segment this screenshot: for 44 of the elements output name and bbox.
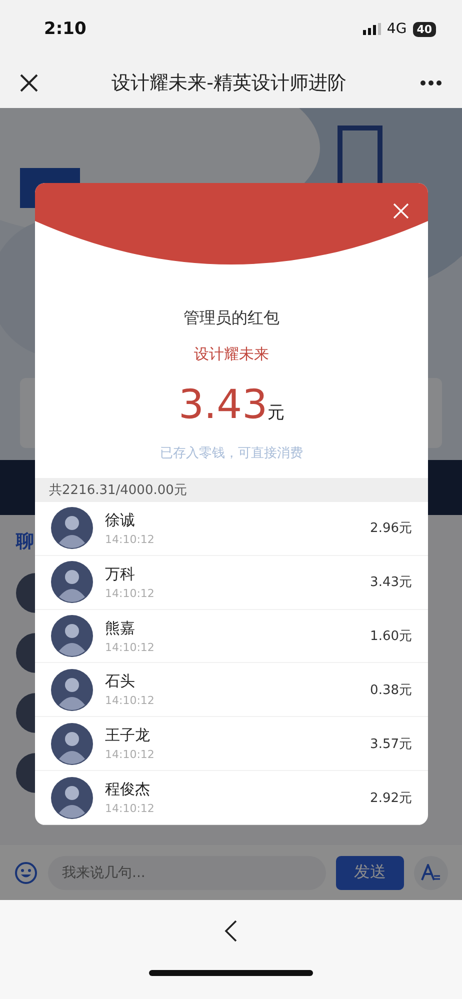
send-button[interactable]: 发送 [336, 856, 404, 890]
total-summary: 共2216.31/4000.00元 [35, 478, 428, 502]
recipient-name: 熊嘉 [105, 618, 136, 638]
claimed-amount: 2.96元 [370, 520, 412, 538]
claimed-amount: 0.38元 [370, 682, 412, 699]
claim-time: 14:10:12 [105, 694, 156, 708]
close-icon[interactable] [20, 74, 38, 92]
greeting-text: 设计耀未来 [194, 345, 269, 364]
avatar-icon [51, 561, 93, 604]
font-icon [421, 864, 441, 882]
claim-time: 14:10:12 [105, 532, 156, 546]
deposit-note: 已存入零钱，可直接消费 [160, 445, 303, 462]
claimed-amount: 3.43元 [370, 574, 412, 592]
back-icon[interactable] [224, 920, 238, 942]
recipient-name: 万科 [105, 564, 136, 584]
avatar-icon [51, 722, 93, 765]
avatar-icon [51, 668, 93, 711]
claim-time: 14:10:12 [105, 802, 156, 816]
emoji-icon[interactable] [14, 860, 38, 884]
recipient-name: 徐诚 [105, 510, 136, 530]
status-time: 2:10 [44, 19, 88, 39]
more-icon[interactable] [420, 80, 442, 86]
claimed-amount: 2.92元 [370, 790, 412, 807]
section-heading: 聊 [16, 530, 34, 553]
page-title: 设计耀未来-精英设计师进阶 [110, 71, 348, 96]
recipient-name: 程俊杰 [105, 780, 151, 800]
comment-input[interactable]: 我来说几句... [48, 856, 326, 890]
claim-time: 14:10:12 [105, 586, 156, 600]
currency-label: 元 [268, 402, 285, 424]
recipient-name: 石头 [105, 672, 136, 692]
signal-icon [362, 23, 381, 35]
claim-time: 14:10:12 [105, 640, 156, 654]
font-size-button[interactable] [414, 856, 448, 890]
amount-value: 3.43 [178, 382, 268, 428]
claim-time: 14:10:12 [105, 748, 156, 762]
network-label: 4G [386, 21, 407, 37]
avatar-icon [51, 507, 93, 550]
recipient-name: 王子龙 [105, 726, 151, 746]
claimed-amount: 3.57元 [370, 736, 412, 753]
sender-label: 管理员的红包 [184, 308, 280, 329]
claimed-amount: 1.60元 [370, 628, 412, 646]
avatar-icon [51, 776, 93, 819]
battery-level: 40 [412, 22, 436, 36]
avatar-icon [51, 615, 93, 658]
